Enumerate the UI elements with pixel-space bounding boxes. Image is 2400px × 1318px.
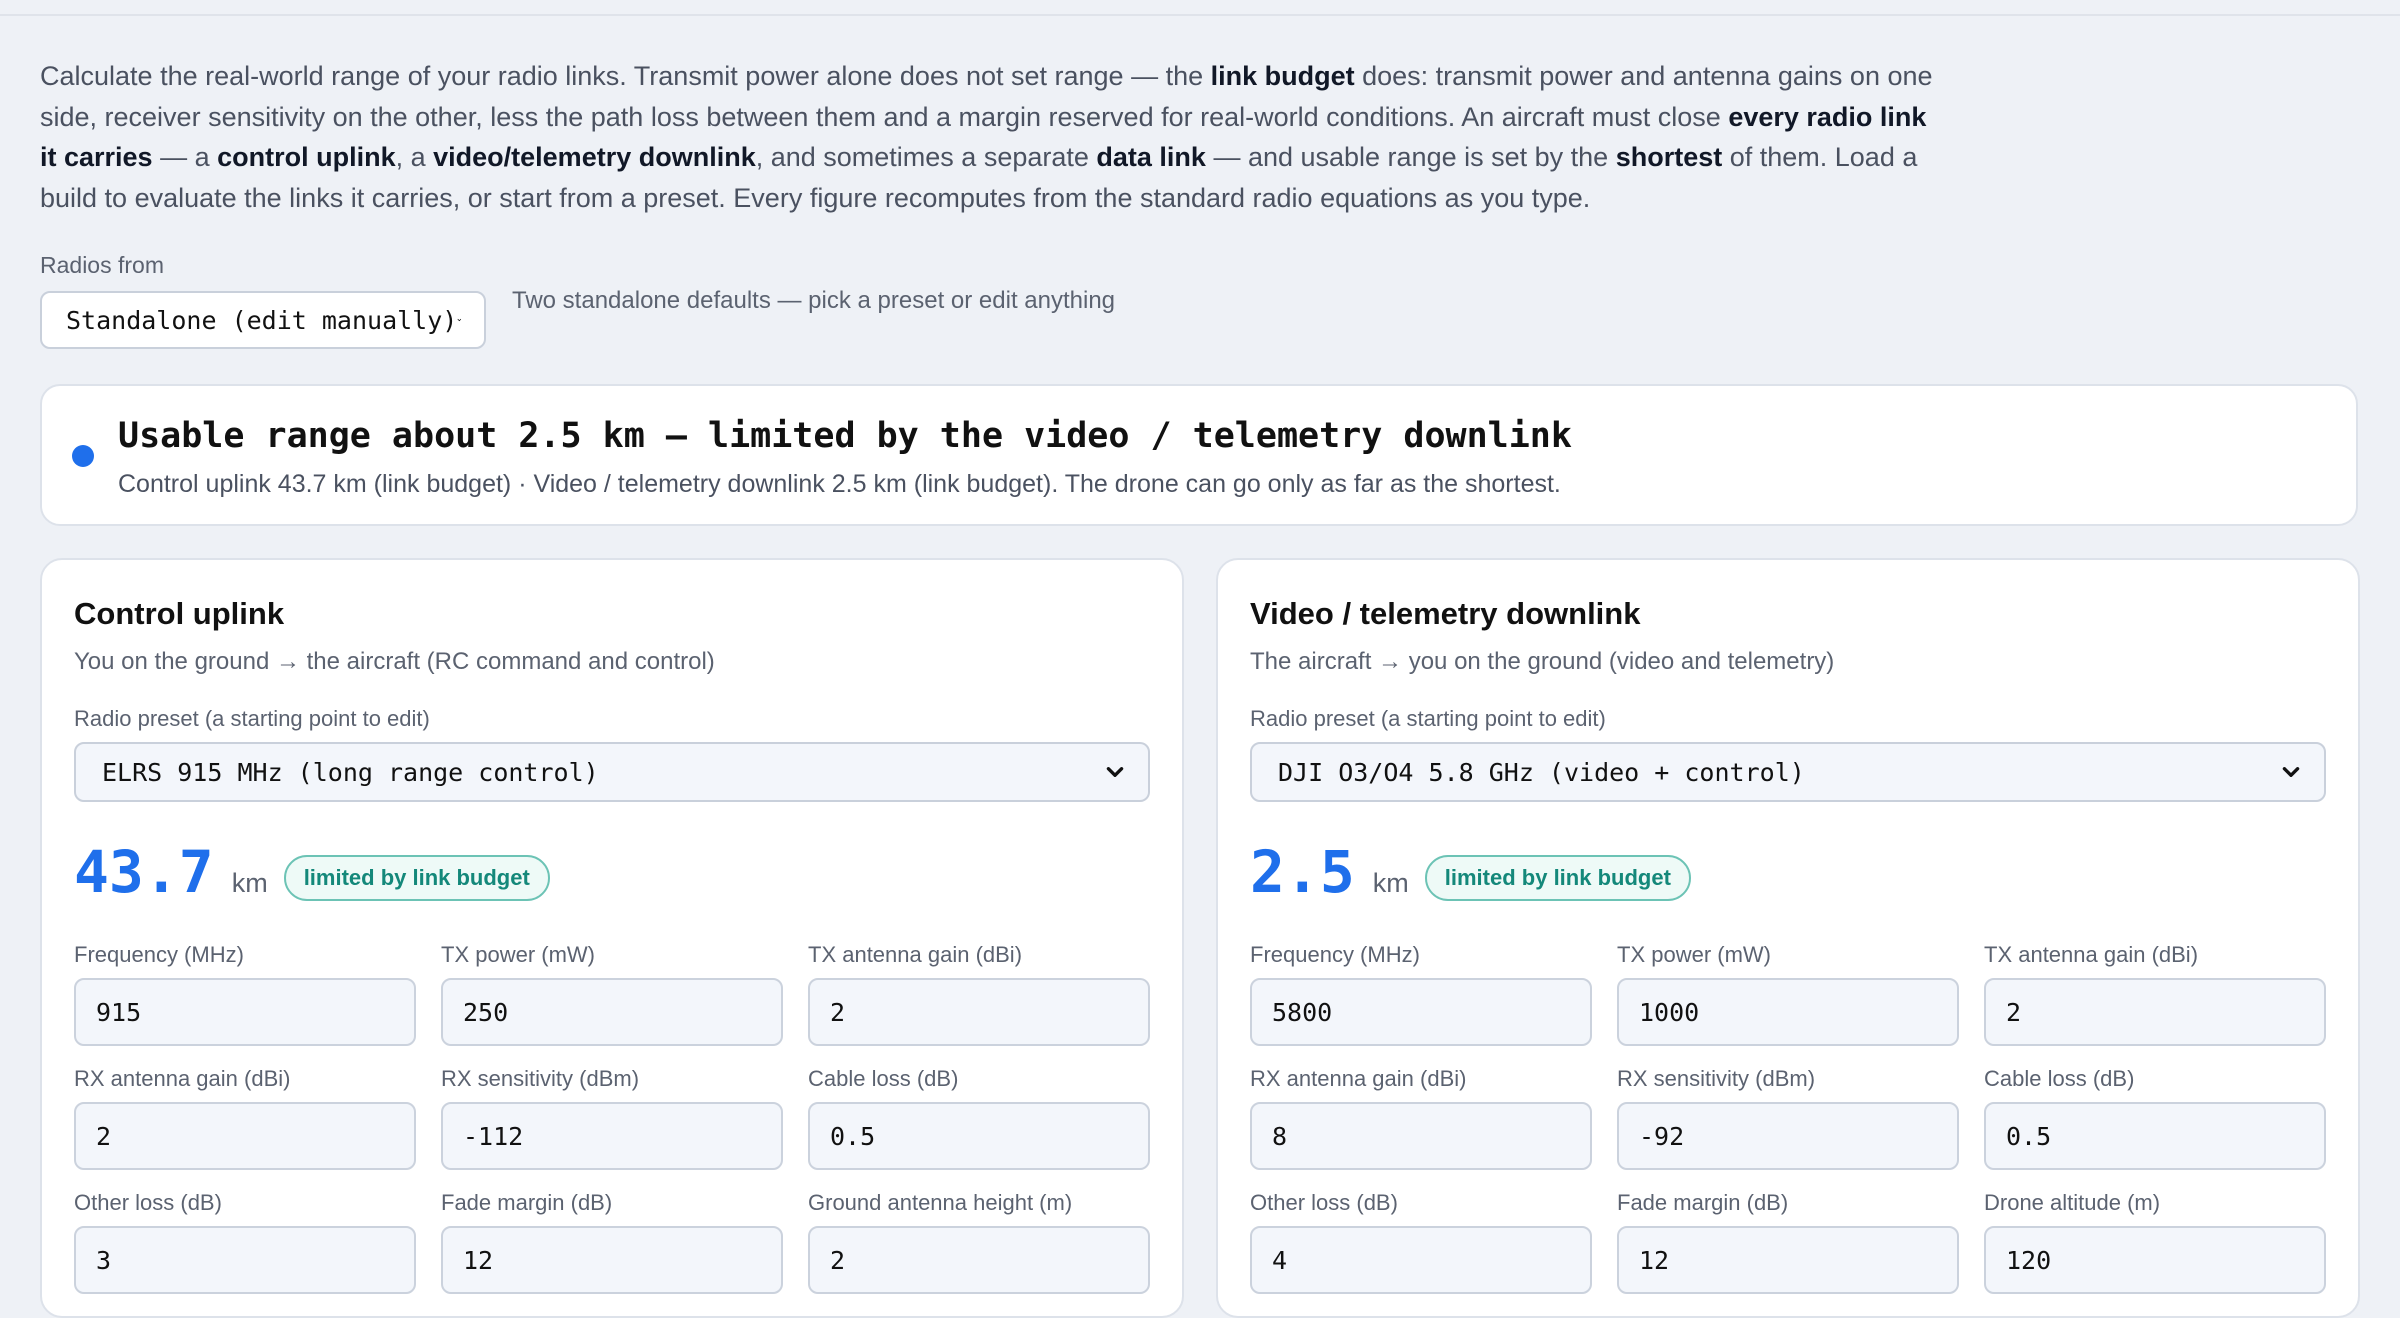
cable-loss-input[interactable]: 0.5 — [808, 1102, 1150, 1170]
intro-text: Calculate the real-world range of your r… — [40, 61, 1211, 91]
uplink-preset-select[interactable]: ELRS 915 MHz (long range control) — [74, 742, 1150, 802]
preset-value: ELRS 915 MHz (long range control) — [102, 757, 599, 787]
range-summary-card: Usable range about 2.5 km — limited by t… — [40, 384, 2358, 526]
radios-from-label: Radios from — [40, 252, 164, 278]
fade-margin-input[interactable]: 12 — [441, 1226, 783, 1294]
range-value: 43.7 — [74, 838, 214, 906]
rx-sensitivity-input[interactable]: -112 — [441, 1102, 783, 1170]
preset-label: Radio preset (a starting point to edit) — [1250, 706, 1606, 731]
card-description: The aircraft → you on the ground (video … — [1250, 648, 1835, 675]
cable-loss-label: Cable loss (dB) — [1984, 1066, 2135, 1091]
other-loss-label: Other loss (dB) — [1250, 1190, 1398, 1215]
rx-antenna-gain-label: RX antenna gain (dBi) — [1250, 1066, 1467, 1091]
tx-power-input[interactable]: 1000 — [1617, 978, 1959, 1046]
frequency-input[interactable]: 5800 — [1250, 978, 1592, 1046]
intro-emphasis: video/telemetry downlink — [433, 142, 756, 172]
chevron-down-icon — [1106, 767, 1124, 777]
intro-text: , and sometimes a separate — [755, 142, 1097, 172]
status-dot-icon — [72, 445, 94, 467]
rx-antenna-gain-input[interactable]: 8 — [1250, 1102, 1592, 1170]
drone-altitude-label: Drone altitude (m) — [1984, 1190, 2161, 1215]
frequency-input[interactable]: 915 — [74, 978, 416, 1046]
tx-power-input[interactable]: 250 — [441, 978, 783, 1046]
preset-value: DJI O3/O4 5.8 GHz (video + control) — [1278, 757, 1805, 787]
intro-emphasis: control uplink — [217, 142, 396, 172]
other-loss-label: Other loss (dB) — [74, 1190, 222, 1215]
intro-text: — and usable range is set by the — [1205, 142, 1616, 172]
tx-antenna-gain-label: TX antenna gain (dBi) — [1984, 942, 2199, 967]
frequency-label: Frequency (MHz) — [1250, 942, 1420, 967]
cable-loss-label: Cable loss (dB) — [808, 1066, 959, 1091]
chevron-down-icon — [457, 318, 462, 322]
intro-paragraph: Calculate the real-world range of your r… — [40, 56, 1940, 218]
radios-from-select[interactable]: Standalone (edit manually) — [40, 291, 486, 349]
rx-sensitivity-label: RX sensitivity (dBm) — [441, 1066, 640, 1091]
tx-power-label: TX power (mW) — [1617, 942, 1771, 967]
tx-antenna-gain-input[interactable]: 2 — [1984, 978, 2326, 1046]
limit-badge: limited by link budget — [1424, 855, 1691, 901]
other-loss-input[interactable]: 4 — [1250, 1226, 1592, 1294]
card-description: You on the ground → the aircraft (RC com… — [74, 648, 715, 675]
frequency-label: Frequency (MHz) — [74, 942, 244, 967]
rx-sensitivity-label: RX sensitivity (dBm) — [1617, 1066, 1816, 1091]
range-unit: km — [231, 868, 268, 898]
downlink-preset-select[interactable]: DJI O3/O4 5.8 GHz (video + control) — [1250, 742, 2326, 802]
fade-margin-label: Fade margin (dB) — [441, 1190, 613, 1215]
video-downlink-card: Video / telemetry downlink The aircraft … — [1216, 558, 2360, 1318]
fade-margin-input[interactable]: 12 — [1617, 1226, 1959, 1294]
range-result: 43.7 km limited by link budget — [74, 838, 550, 906]
rx-sensitivity-input[interactable]: -92 — [1617, 1102, 1959, 1170]
rx-antenna-gain-input[interactable]: 2 — [74, 1102, 416, 1170]
intro-emphasis: link budget — [1210, 61, 1355, 91]
intro-emphasis: shortest — [1615, 142, 1723, 172]
card-title: Video / telemetry downlink — [1250, 596, 1641, 631]
range-result: 2.5 km limited by link budget — [1250, 838, 1691, 906]
range-value: 2.5 — [1250, 838, 1355, 906]
intro-emphasis: data link — [1096, 142, 1206, 172]
summary-headline: Usable range about 2.5 km — limited by t… — [118, 416, 1572, 456]
intro-text: , a — [395, 142, 434, 172]
limit-badge: limited by link budget — [283, 855, 550, 901]
rx-antenna-gain-label: RX antenna gain (dBi) — [74, 1066, 291, 1091]
tx-antenna-gain-input[interactable]: 2 — [808, 978, 1150, 1046]
cable-loss-input[interactable]: 0.5 — [1984, 1102, 2326, 1170]
chevron-down-icon — [2282, 767, 2300, 777]
ground-antenna-height-input[interactable]: 2 — [808, 1226, 1150, 1294]
other-loss-input[interactable]: 3 — [74, 1226, 416, 1294]
intro-text: — a — [152, 142, 218, 172]
fade-margin-label: Fade margin (dB) — [1617, 1190, 1789, 1215]
card-title: Control uplink — [74, 596, 285, 631]
ground-antenna-height-label: Ground antenna height (m) — [808, 1190, 1073, 1215]
radios-from-hint: Two standalone defaults — pick a preset … — [512, 287, 1116, 314]
drone-altitude-input[interactable]: 120 — [1984, 1226, 2326, 1294]
tx-power-label: TX power (mW) — [441, 942, 595, 967]
tx-antenna-gain-label: TX antenna gain (dBi) — [808, 942, 1023, 967]
preset-label: Radio preset (a starting point to edit) — [74, 706, 430, 731]
control-uplink-card: Control uplink You on the ground → the a… — [40, 558, 1184, 1318]
radios-from-value: Standalone (edit manually) — [66, 305, 458, 335]
top-divider — [0, 0, 2400, 16]
summary-detail: Control uplink 43.7 km (link budget) · V… — [118, 470, 1561, 498]
range-unit: km — [1372, 868, 1409, 898]
